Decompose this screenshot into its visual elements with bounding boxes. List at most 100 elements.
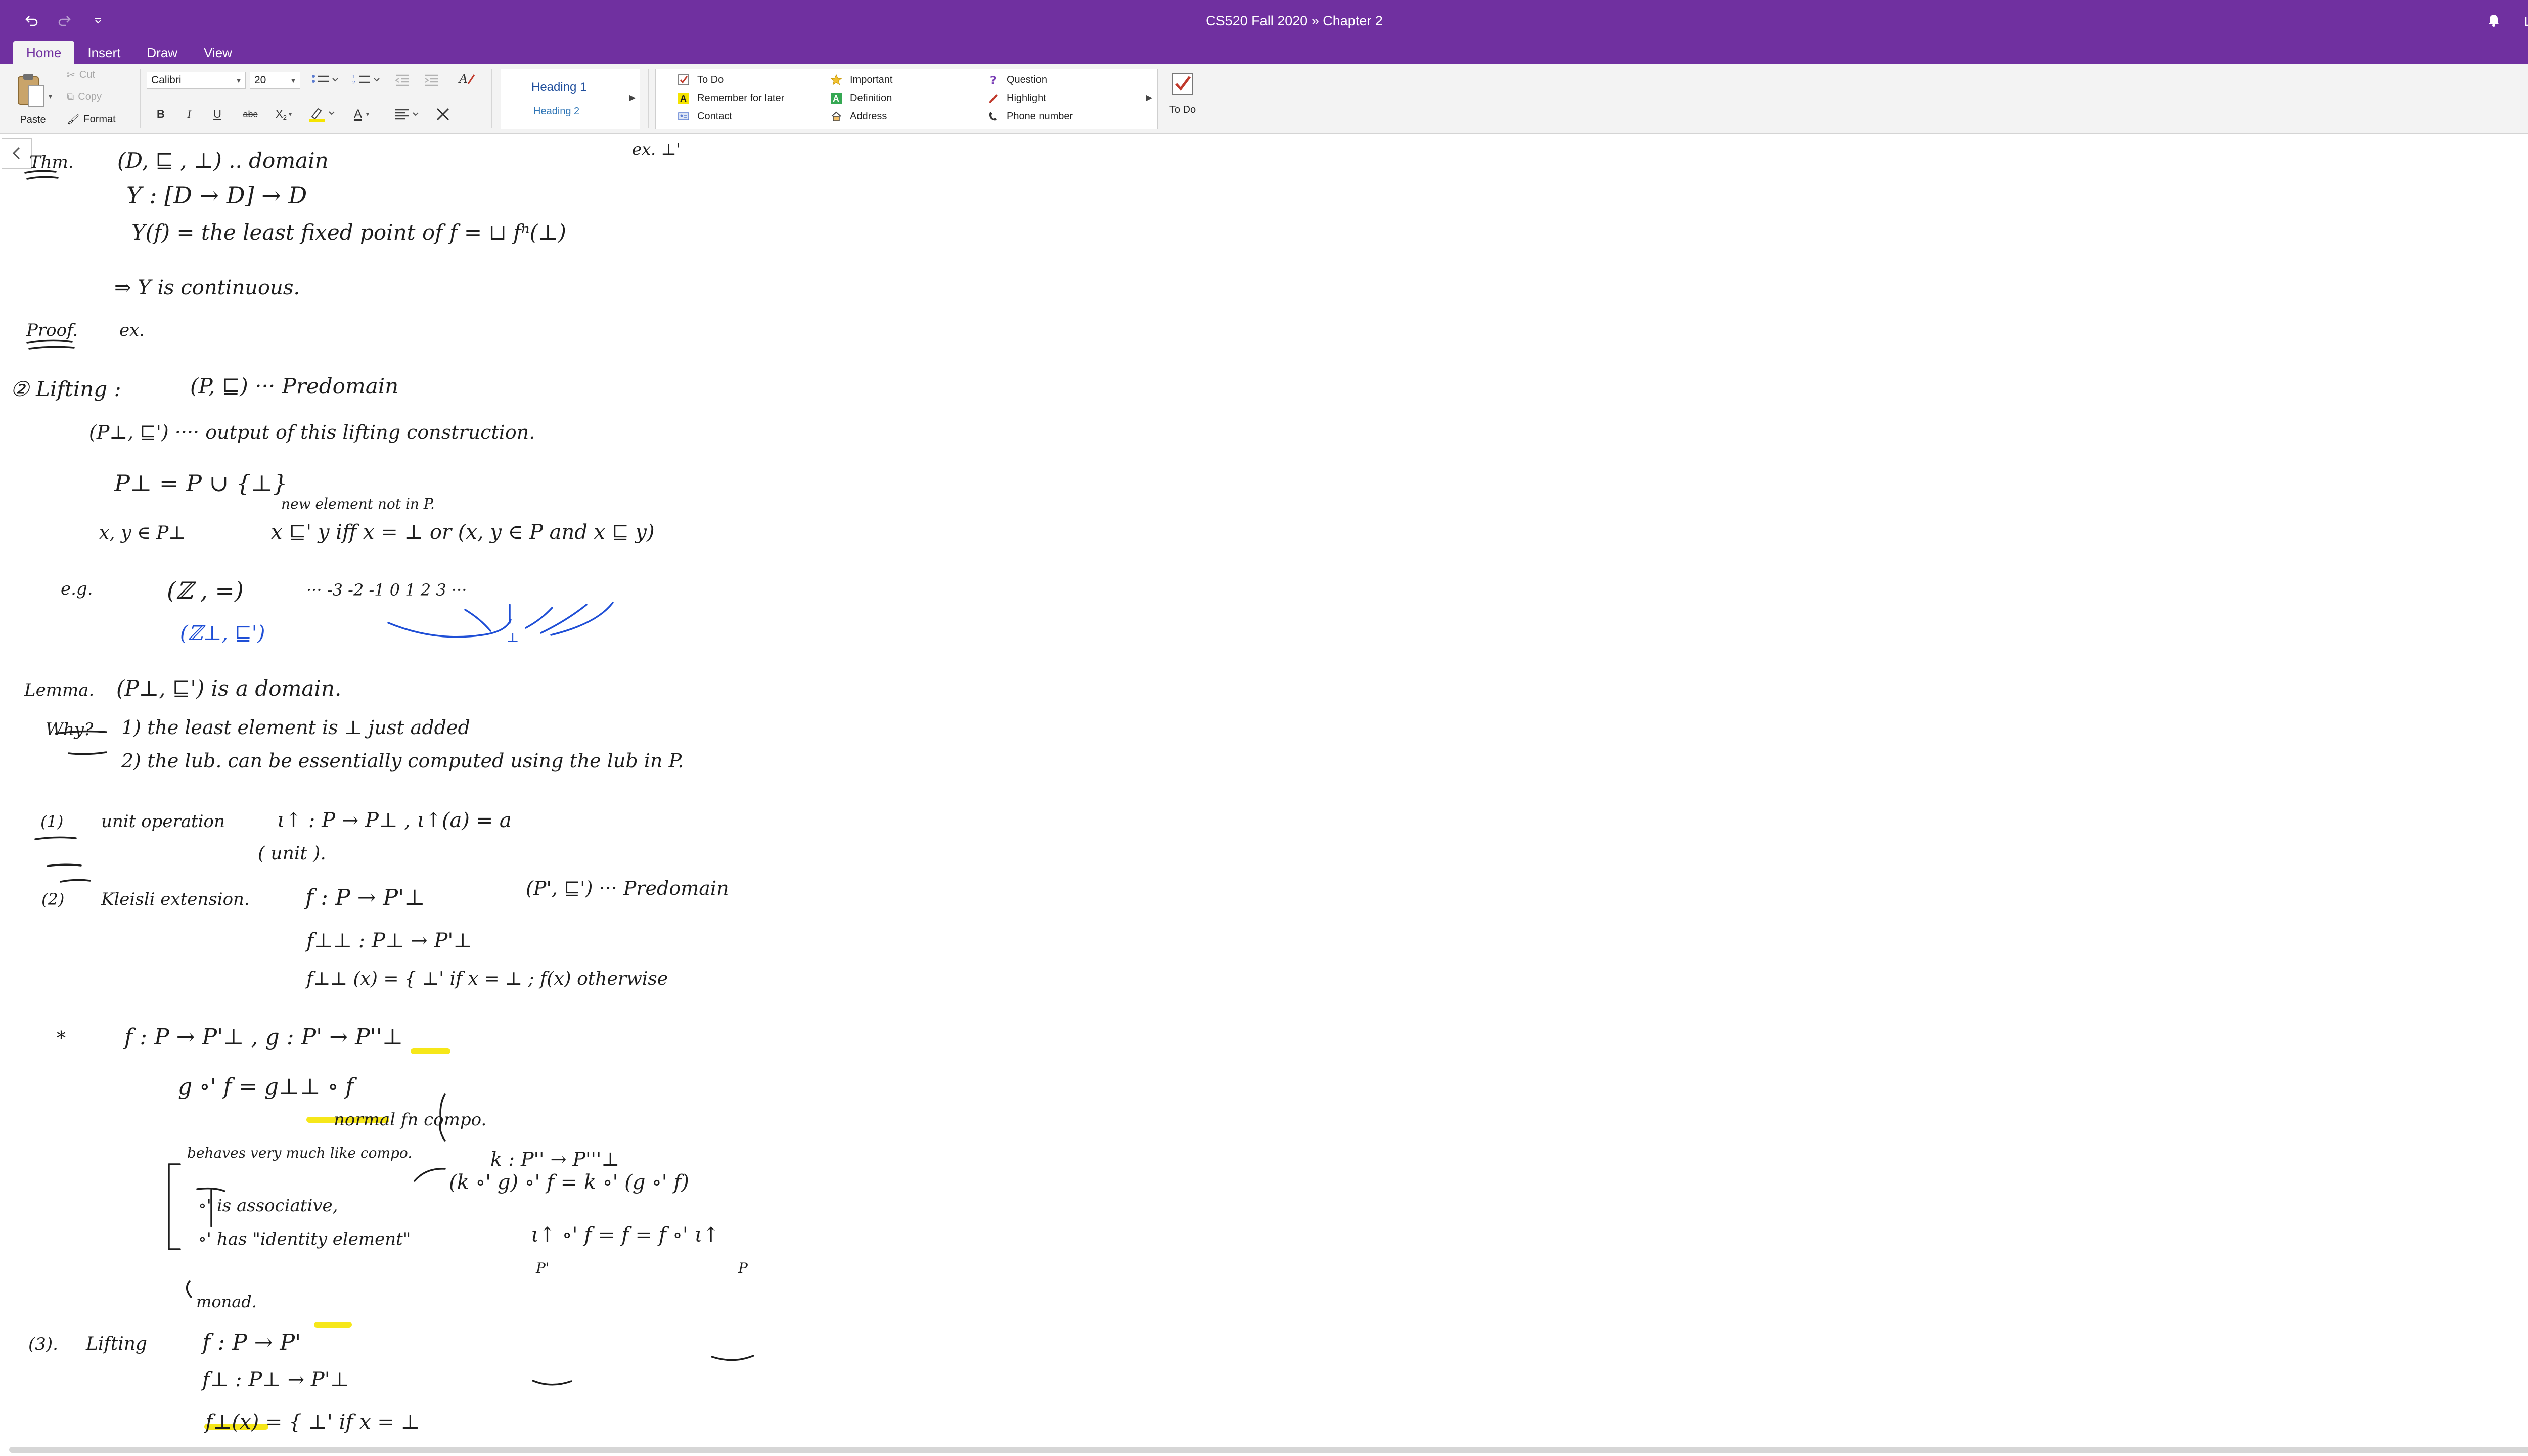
align-left-icon [395,109,419,120]
styles-more-icon[interactable]: ▶ [629,93,636,103]
subscript-button[interactable]: X 2 ▾ [267,104,300,124]
note-line: f⊥ : P⊥ → P'⊥ [201,1368,349,1391]
note-line: ⊥ [507,630,519,646]
ribbon-home: ▾ Paste ✂ Cut ⧉ Copy 🖌 Format Calibri ▼ … [0,64,2528,134]
question-icon: ? [986,73,1000,86]
subscript-mark: 2 [283,113,287,121]
chevron-down-icon[interactable] [87,10,109,32]
underline-button[interactable]: U [207,104,228,124]
paste-dropdown-icon[interactable]: ▾ [49,92,52,101]
copy-button[interactable]: ⧉ Copy [67,91,102,103]
tag-address[interactable]: Address [830,110,887,123]
note-line: ⇒ Y is continuous. [114,276,300,299]
note-line: ··· -3 -2 -1 0 1 2 3 ··· [306,580,467,600]
highlighter-a-icon: A [677,92,690,105]
delete-button[interactable] [433,104,453,124]
tag-phone[interactable]: Phone number [986,110,1073,123]
note-line: x ⊑' y iff x = ⊥ or (x, y ∈ P and x ⊑ y) [271,521,655,544]
heading2-style[interactable]: Heading 2 [533,106,579,117]
note-line: Kleisli extension. [101,889,250,909]
bullets-button[interactable] [306,70,345,90]
note-line: (3). [28,1334,58,1354]
note-line: unit operation [101,811,225,832]
ribbon-divider [648,69,649,128]
todo-label: To Do [1169,104,1196,115]
decrease-indent-button[interactable] [392,70,413,90]
tag-remember[interactable]: A Remember for later [677,92,784,105]
note-line: Lemma. [24,680,94,700]
indent-icon [425,74,438,86]
paste-label: Paste [20,114,46,125]
note-line: (P⊥, ⊑') is a domain. [116,676,341,701]
share-icon[interactable] [2524,12,2528,30]
undo-icon[interactable] [20,10,42,32]
cut-button[interactable]: ✂ Cut [67,69,95,81]
tab-home[interactable]: Home [13,41,75,64]
strikethrough-button[interactable]: abc [238,104,263,124]
note-line: P [738,1260,748,1277]
checkbox-icon [677,73,690,86]
svg-text:A: A [680,94,687,104]
align-button[interactable] [390,104,426,124]
bold-button[interactable]: B [151,104,171,124]
increase-indent-button[interactable] [422,70,442,90]
tag-todo[interactable]: To Do [677,73,724,86]
tab-view[interactable]: View [191,41,245,64]
note-line: (2) [41,890,64,909]
tab-insert[interactable]: Insert [74,41,133,64]
note-line: g ∘' f = g⊥⊥ ∘ f [178,1074,357,1100]
tag-definition[interactable]: A Definition [830,92,892,105]
tags-more-icon[interactable]: ▶ [1146,93,1152,103]
font-family-value: Calibri [151,74,182,86]
clear-format-icon: A [458,72,475,86]
todo-tag-button[interactable]: To Do [1164,72,1201,127]
note-line: (P⊥, ⊑') ···· output of this lifting con… [89,421,535,443]
copy-label: Copy [78,91,102,102]
clear-formatting-button[interactable]: A [457,69,477,89]
tag-question[interactable]: ? Question [986,73,1047,86]
note-line: (ℤ⊥, ⊑') [180,622,265,645]
heading1-style[interactable]: Heading 1 [531,80,586,95]
tag-label: Highlight [1007,92,1046,104]
paste-button[interactable]: ▾ Paste [10,70,56,130]
todo-checkbox-icon [1172,73,1193,95]
note-line: ex. [119,320,145,340]
tag-label: Important [850,74,893,85]
numbering-button[interactable]: 12 [348,70,386,90]
font-family-select[interactable]: Calibri ▼ [147,72,246,89]
note-line: * [57,1028,66,1049]
tag-label: Question [1007,74,1048,85]
note-line: e.g. [61,579,93,599]
page-canvas[interactable]: Thm. (D, ⊑ , ⊥) .. domain ex. ⊥' Y : [D … [0,134,2528,1444]
note-line: (k ∘' g) ∘' f = k ∘' (g ∘' f) [449,1171,689,1194]
svg-text:?: ? [990,75,997,86]
tag-highlight[interactable]: Highlight [986,92,1046,105]
note-line: f⊥⊥ (x) = { ⊥' if x = ⊥ ; f(x) otherwise [305,969,668,989]
note-line: ( unit ). [258,843,326,864]
document-title: CS520 Fall 2020 » Chapter 2 [1206,13,1383,28]
font-size-select[interactable]: 20 ▼ [250,72,300,89]
redo-icon[interactable] [54,10,76,32]
note-line: k : P'' → P'''⊥ [490,1148,619,1170]
phone-icon [986,110,1000,123]
cut-label: Cut [79,69,95,80]
font-color-button[interactable]: A ▾ [344,104,379,124]
tags-gallery: To Do A Remember for later Contact Impor… [655,69,1158,129]
pen-icon [986,92,1000,105]
subscript-label: X [276,108,283,120]
note-line: x, y ∈ P⊥ [99,523,186,543]
ribbon-tabs: Home Insert Draw View [0,41,2528,64]
format-painter-button[interactable]: 🖌 Format [67,113,116,126]
x-delete-icon [436,108,449,121]
bell-icon[interactable] [2487,12,2501,30]
highlight-color-button[interactable] [305,104,341,124]
green-a-icon: A [830,92,843,105]
horizontal-scroll-thumb[interactable] [9,1447,2528,1453]
tab-draw[interactable]: Draw [133,41,191,64]
note-line: ∘' is associative, [198,1196,338,1216]
tag-important[interactable]: Important [830,73,892,86]
italic-button[interactable]: I [179,104,199,124]
tag-contact[interactable]: Contact [677,110,732,123]
note-line: f : P → P'⊥ [304,885,425,911]
horizontal-scrollbar[interactable] [0,1444,2528,1456]
